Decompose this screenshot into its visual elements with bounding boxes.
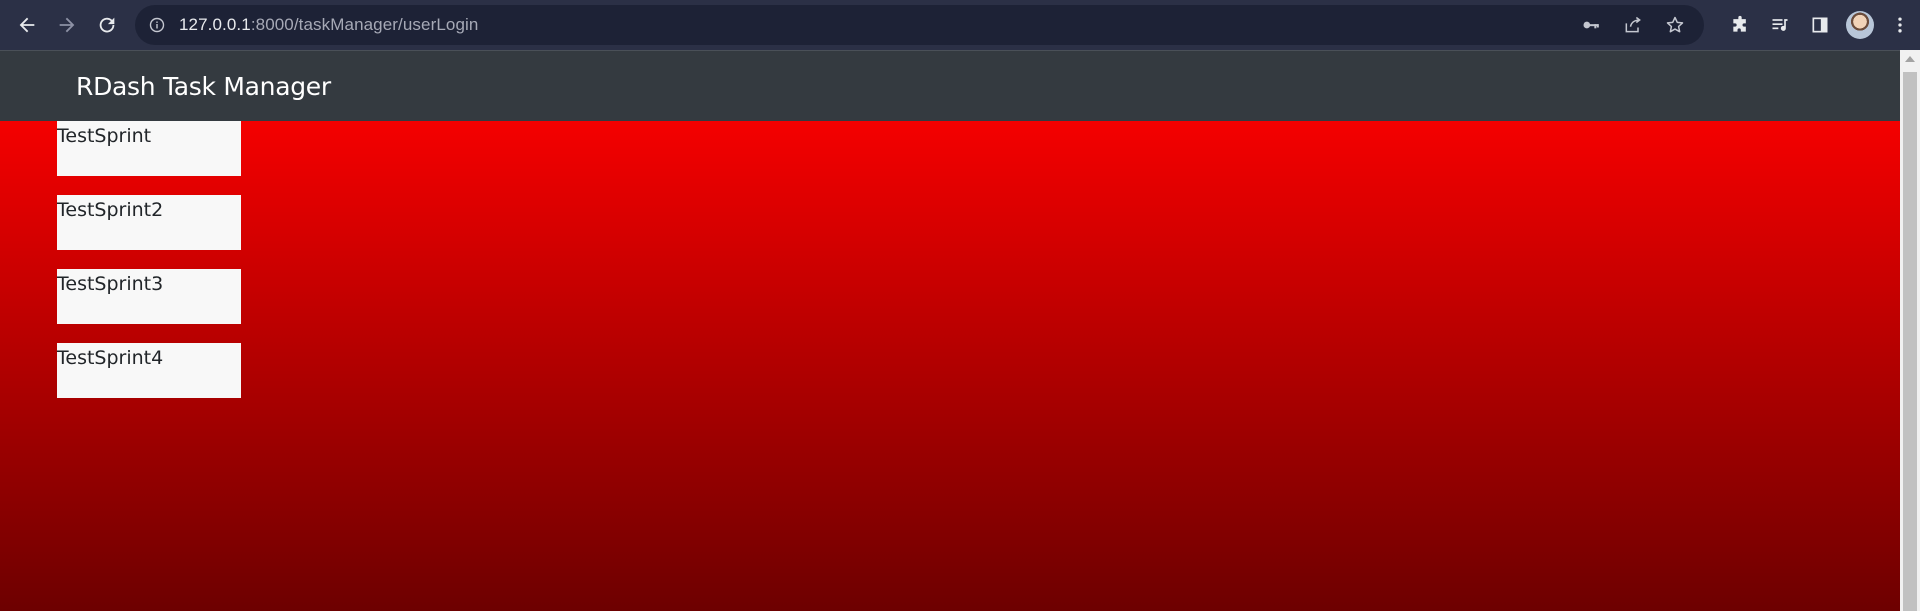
sprint-card[interactable]: TestSprint4 <box>57 343 241 398</box>
menu-icon[interactable] <box>1880 5 1920 45</box>
url-host: 127.0.0.1 <box>179 15 251 34</box>
vertical-scrollbar[interactable] <box>1900 50 1920 611</box>
avatar[interactable] <box>1846 11 1874 39</box>
sprint-card[interactable]: TestSprint2 <box>57 195 241 250</box>
brand-title[interactable]: RDash Task Manager <box>76 72 331 101</box>
app-navbar: RDash Task Manager <box>0 50 1900 121</box>
share-icon[interactable] <box>1622 14 1644 36</box>
browser-toolbar: 127.0.0.1:8000/taskManager/userLogin <box>0 0 1920 50</box>
address-bar[interactable]: 127.0.0.1:8000/taskManager/userLogin <box>135 5 1704 45</box>
scroll-up-arrow-icon[interactable] <box>1905 56 1915 62</box>
forward-icon[interactable] <box>47 5 87 45</box>
url-text: 127.0.0.1:8000/taskManager/userLogin <box>179 15 478 35</box>
scroll-thumb[interactable] <box>1903 72 1917 611</box>
extensions-icon[interactable] <box>1720 5 1760 45</box>
url-path: :8000/taskManager/userLogin <box>250 15 479 34</box>
side-panel-icon[interactable] <box>1800 5 1840 45</box>
page-viewport: RDash Task Manager TestSprint TestSprint… <box>0 50 1900 611</box>
reload-icon[interactable] <box>87 5 127 45</box>
star-icon[interactable] <box>1664 14 1686 36</box>
sprint-card[interactable]: TestSprint <box>57 121 241 176</box>
key-icon[interactable] <box>1580 14 1602 36</box>
sprint-list: TestSprint TestSprint2 TestSprint3 TestS… <box>0 121 1900 398</box>
media-icon[interactable] <box>1760 5 1800 45</box>
sprint-card[interactable]: TestSprint3 <box>57 269 241 324</box>
info-icon[interactable] <box>149 17 165 33</box>
back-icon[interactable] <box>7 5 47 45</box>
